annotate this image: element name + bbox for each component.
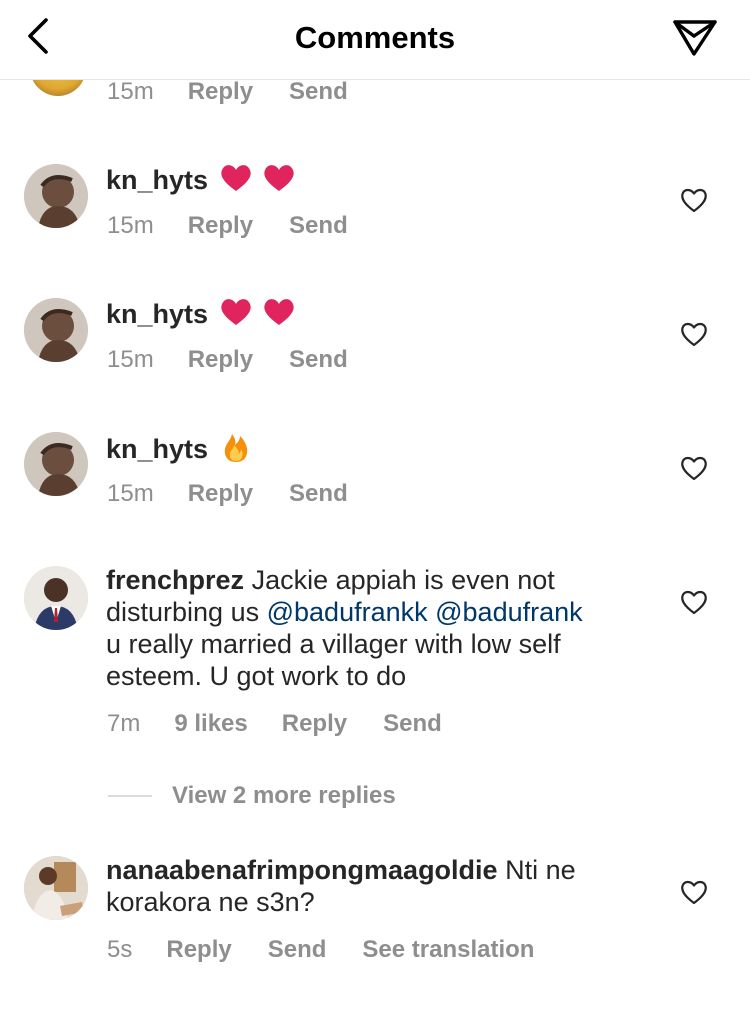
mention-link[interactable]: @badufrankk [267,597,428,627]
username[interactable]: nanaabenafrimpongmaagoldie [106,855,498,885]
like-button[interactable] [680,879,708,905]
comment-body: nanaabenafrimpongmaagoldie Nti ne korako… [106,854,666,918]
comment-meta: 7m 9 likes Reply Send [107,710,442,738]
send-button[interactable]: Send [289,212,348,240]
comment-time: 15m [107,78,154,105]
see-translation-button[interactable]: See translation [362,936,534,964]
comment-text: esteem. U got work to do [106,661,407,691]
comment-line: frenchprez Jackie appiah is even not [106,564,666,596]
reply-button[interactable]: Reply [188,480,253,508]
avatar[interactable] [24,432,88,496]
mention-link[interactable]: @badufrank [435,597,583,627]
comment-time: 5s [107,936,133,963]
like-button[interactable] [680,589,708,615]
comment-meta: 5s Reply Send See translation [107,936,534,964]
reply-button[interactable]: Reply [282,710,347,738]
send-button[interactable]: Send [289,480,348,508]
comment-time: 7m [107,710,141,737]
like-button[interactable] [680,187,708,213]
username[interactable]: kn_hyts [106,299,208,329]
username[interactable]: frenchprez [106,565,244,595]
divider [108,795,152,797]
avatar[interactable] [24,856,88,920]
comment-text: Nti ne [505,855,576,885]
like-button[interactable] [680,321,708,347]
heart-outline-icon [681,322,707,347]
red-heart-emoji [264,299,294,325]
header: Comments [0,0,750,80]
view-replies-button[interactable]: View 2 more replies [108,782,396,810]
comment-text: korakora ne s3n? [106,887,315,917]
comment-line: nanaabenafrimpongmaagoldie Nti ne [106,854,666,886]
red-heart-emoji [264,165,294,191]
comments-screen: 15m Reply Send Comments kn_hyts 15m Repl… [0,0,750,1018]
comment-meta: 15m Reply Send [107,212,348,240]
fire-emoji [224,434,247,462]
red-heart-emoji [220,165,251,191]
avatar[interactable] [24,298,88,362]
reply-button[interactable]: Reply [188,78,253,106]
comment-body: kn_hyts [106,431,250,465]
comment-time: 15m [107,346,154,373]
avatar[interactable] [24,566,88,630]
reply-button[interactable]: Reply [166,936,231,964]
comment-line: disturbing us @badufrankk @badufrank [106,596,666,628]
username[interactable]: kn_hyts [106,165,208,195]
like-button[interactable] [680,455,708,481]
send-button[interactable]: Send [268,936,327,964]
comment-time: 15m [107,212,154,239]
page-title: Comments [294,20,456,55]
comment-meta: 15m Reply Send [107,346,348,374]
send-button[interactable]: Send [289,78,348,106]
heart-outline-icon [681,880,707,905]
likes-count[interactable]: 9 likes [174,710,247,738]
comment-meta: 15m Reply Send [107,480,348,508]
comment-body: kn_hyts [106,297,295,330]
comment-time: 15m [107,480,154,507]
red-heart-emoji [220,299,251,325]
reply-button[interactable]: Reply [188,212,253,240]
comment-text: Jackie appiah is even not [251,565,555,595]
username[interactable]: kn_hyts [106,434,208,464]
paper-plane-icon [673,20,717,56]
view-replies-label: View 2 more replies [172,782,396,809]
comment-text: disturbing us [106,597,260,627]
reply-button[interactable]: Reply [188,346,253,374]
comment-body: frenchprez Jackie appiah is even not dis… [106,564,666,692]
send-button[interactable]: Send [383,710,442,738]
heart-outline-icon [681,188,707,213]
direct-message-button[interactable] [670,14,720,58]
avatar[interactable] [24,164,88,228]
user-photo-icon [24,566,88,630]
send-button[interactable]: Send [289,346,348,374]
user-photo-icon [24,856,88,920]
user-photo-icon [24,298,88,362]
comment-body: kn_hyts [106,163,295,196]
heart-outline-icon [681,456,707,481]
comment-text: u really married a villager with low sel… [106,629,561,659]
user-photo-icon [24,432,88,496]
comment-meta: 15m Reply Send [107,78,348,106]
user-photo-icon [24,164,88,228]
heart-outline-icon [681,590,707,615]
